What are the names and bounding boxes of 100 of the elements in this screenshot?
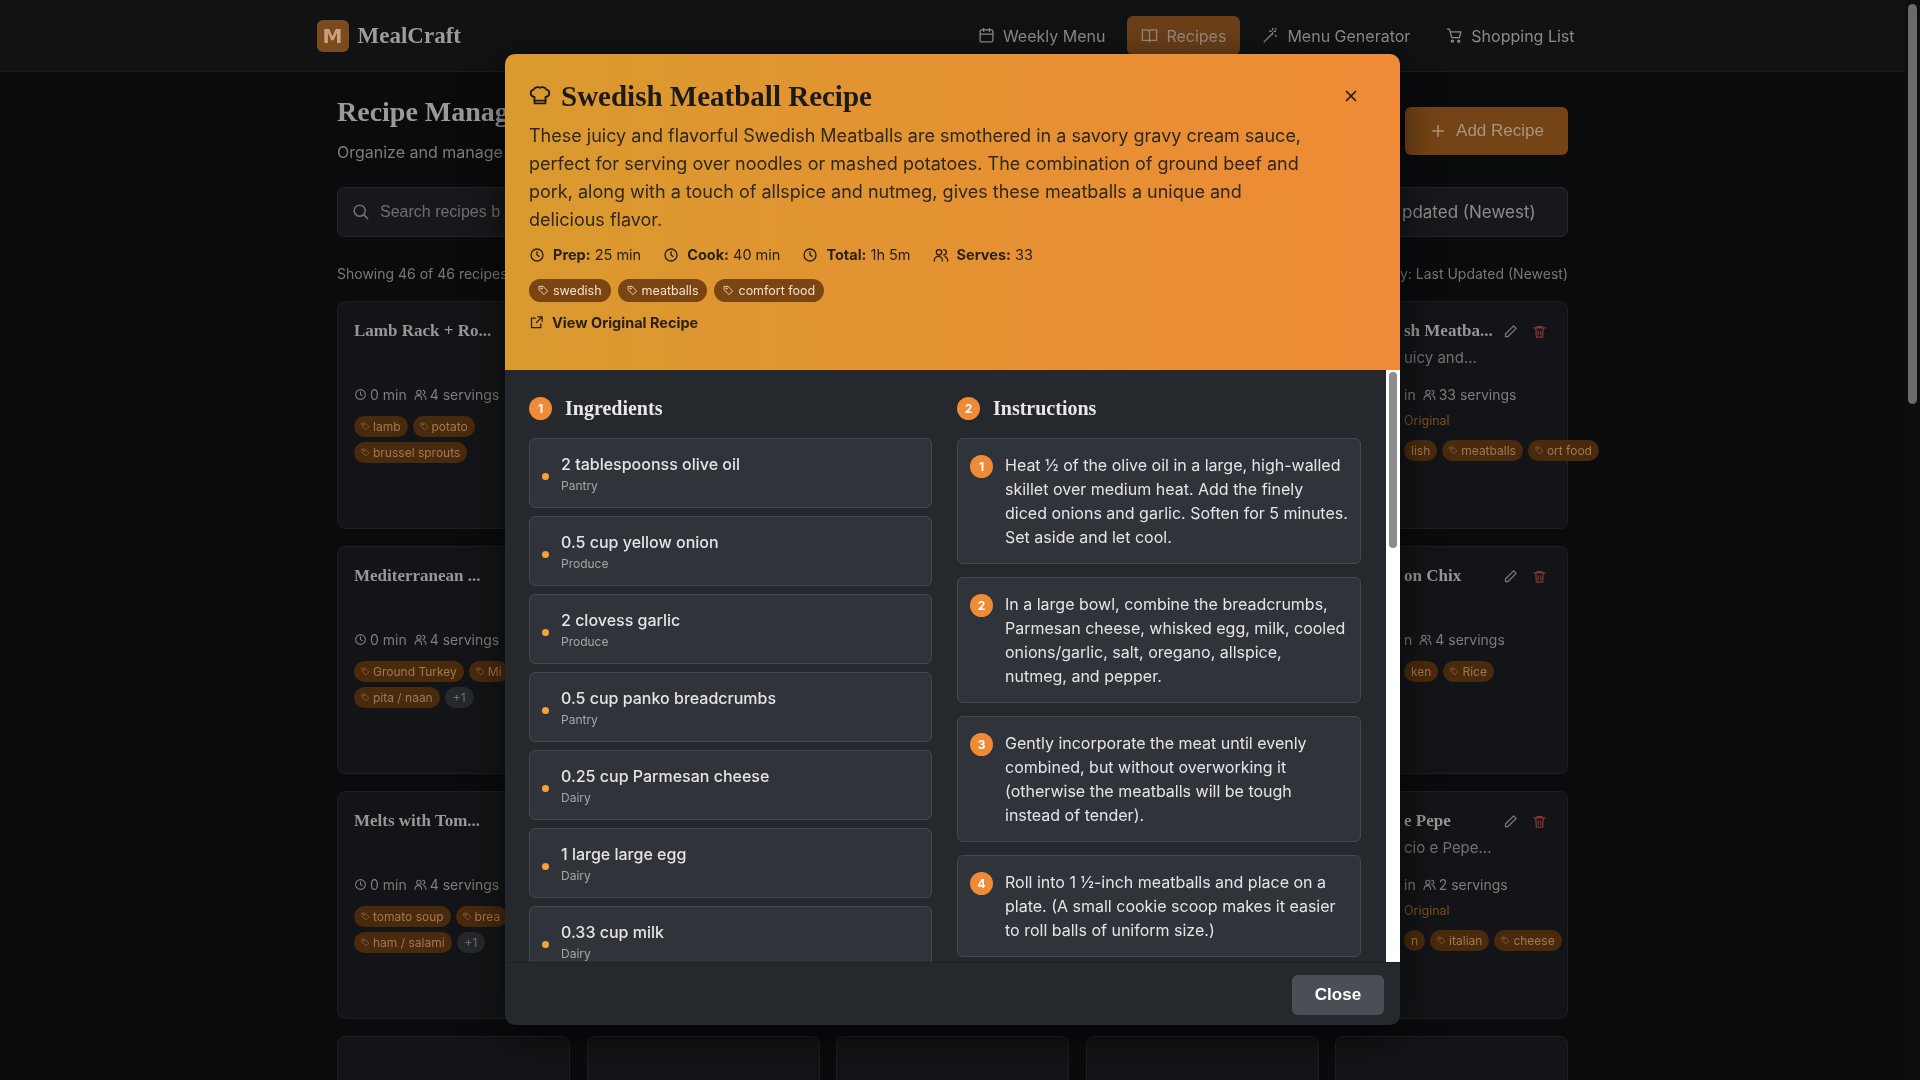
cook-time: n [1404,630,1413,648]
tag-icon [361,912,370,921]
scrollbar-thumb[interactable] [1908,4,1917,404]
servings-count: 33 servings [1438,385,1517,403]
app-name: MealCraft [357,22,461,49]
recipe-title: Melts with Tom... [354,811,481,831]
tag-chip: ken [1404,661,1439,682]
section-number: 2 [957,396,980,420]
tag-chip: potato [412,416,475,437]
cook-time: 0 min [370,630,407,648]
clock-icon [663,246,680,263]
recipe-description: uicy and... [1404,348,1477,367]
tag-icon [361,938,370,947]
meta-text: Cook: 40 min [687,246,781,263]
cook-time: 0 min [370,875,407,893]
clock-icon [354,632,367,646]
more-tags-count: +1 [456,932,486,953]
bullet-dot [542,784,549,792]
clock-icon [529,246,545,263]
people-icon [1422,877,1436,891]
nav-tab[interactable]: Weekly Menu [963,16,1120,55]
scrollbar[interactable] [1386,370,1400,962]
bullet-dot [542,706,549,714]
tag-icon [462,912,472,921]
people-icon [932,246,949,263]
section-number: 1 [529,396,552,420]
people-icon [413,877,427,891]
pencil-icon [1503,323,1518,339]
tag-chip: brea [455,906,508,927]
tag-chip: n [1404,930,1426,951]
clock-icon [354,387,367,401]
servings-count: 4 servings [429,875,500,893]
tag-icon [361,422,370,431]
tag-chip: lamb [354,416,408,437]
bullet-dot [542,628,549,636]
page-subtitle: Organize and manage [337,142,503,162]
add-recipe-button[interactable]: Add Recipe [1405,107,1568,155]
bullet-dot [542,550,549,558]
tag-chip: ort food [1527,440,1599,461]
tag-icon [1437,936,1447,945]
servings-count: 2 servings [1438,875,1508,893]
servings-count: 4 servings [1435,630,1505,648]
step-number: 1 [970,455,993,478]
modal-title: Swedish Meatball Recipe [561,79,872,113]
recipe-description: cio e Pepe... [1404,838,1492,857]
people-icon [413,632,427,646]
bullet-dot [542,862,549,870]
clock-icon [354,877,367,891]
tag-icon [361,667,370,676]
tag-chip: Ground Turkey [354,661,464,682]
close-button[interactable]: Close [1292,974,1384,1015]
recipe-title: Lamb Rack + Ro... [354,321,492,341]
step-number: 3 [970,733,993,756]
pencil-icon [1503,813,1518,829]
tag-chip: cheese [1494,930,1562,951]
search-icon [351,202,370,221]
tag-icon [723,285,735,296]
bullet-dot [542,940,549,948]
nav-tab[interactable]: Menu Generator [1248,16,1425,55]
servings-count: 4 servings [429,630,500,648]
tag-icon [1534,446,1544,455]
nav-tab[interactable]: Shopping List [1432,16,1589,55]
tag-chip: italian [1430,930,1490,951]
logo-badge[interactable]: M [316,19,349,52]
tag-chip: pita / naan [354,687,440,708]
sort-label: y: Last Updated (Newest) [1399,265,1568,283]
tag-icon [419,422,429,431]
calendar-icon [977,27,995,44]
tag-icon [361,693,370,702]
tag-icon [538,285,549,296]
pencil-icon [1503,568,1518,584]
meta-text: Serves: 33 [956,246,1033,263]
bullet-dot [542,472,549,480]
step-text: Gently incorporate the meat until evenly combined, but without overworking it (otherwise the meatballs will be tough instead of tender). [1005,732,1308,827]
trash-icon [1532,323,1547,339]
tag-chip: meatballs [1442,440,1523,461]
trash-icon [1532,568,1547,584]
book-icon [1141,27,1159,44]
people-icon [1419,632,1433,646]
chef-hat-icon [529,85,551,107]
tag-chip: lish [1404,440,1438,461]
servings-count: 4 servings [429,385,500,403]
tag-icon [626,285,638,296]
tag-icon [1501,936,1511,945]
recipe-title: Mediterranean ... [354,566,481,586]
tag-chip: Rice [1443,661,1494,682]
people-icon [1422,387,1436,401]
tag-chip: ham / salami [354,932,452,953]
tag-chip: brussel sprouts [354,442,468,463]
scrollbar-thumb[interactable] [1389,372,1397,548]
step-number: 2 [970,594,993,617]
recipe-title: on Chix [1404,566,1462,586]
cook-time: 0 min [370,385,407,403]
tag-icon [475,667,485,676]
cook-time: in [1404,875,1416,893]
tag-chip: swedish [529,279,611,302]
people-icon [413,387,427,401]
step-number: 4 [970,872,993,895]
section-title: Instructions [993,396,1097,420]
trash-icon [1532,813,1547,829]
